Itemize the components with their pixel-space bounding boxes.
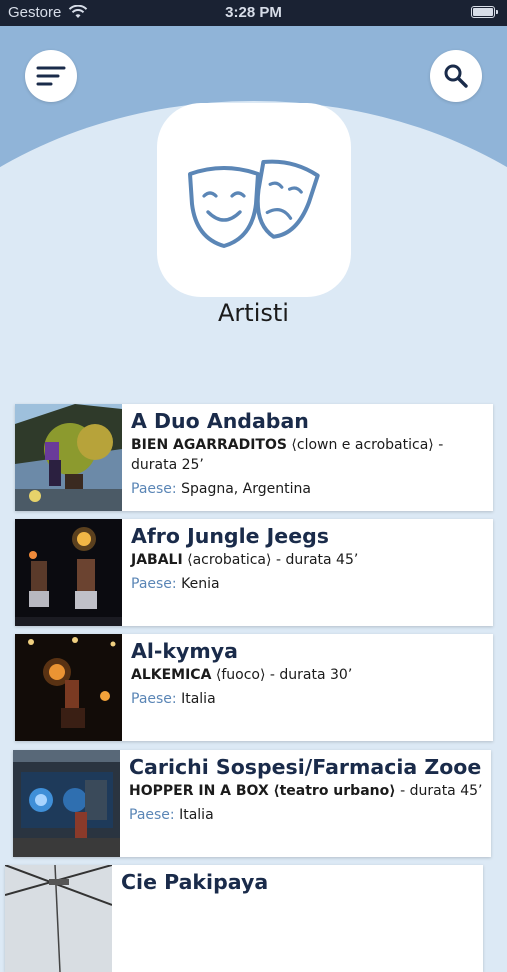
- sort-menu-icon: [36, 66, 66, 86]
- artist-name: Carichi Sospesi/Farmacia Zooe: [129, 755, 482, 779]
- artist-show: ALKEMICA ⟨fuoco⟩ - durata 30’: [131, 667, 353, 683]
- artist-photo: [13, 750, 120, 857]
- sort-menu-button[interactable]: [25, 50, 77, 102]
- search-button[interactable]: [430, 50, 482, 102]
- artist-name: Cie Pakipaya: [121, 870, 269, 894]
- artist-name: A Duo Andaban: [131, 409, 309, 433]
- artist-country: Paese: Italia: [131, 691, 216, 707]
- artist-country: Paese: Italia: [129, 807, 214, 823]
- artist-name: Afro Jungle Jeegs: [131, 524, 329, 548]
- search-icon: [444, 64, 468, 88]
- artist-card[interactable]: A Duo Andaban BIEN AGARRADITOS ⟨clown e …: [15, 404, 493, 511]
- artist-show: BIEN AGARRADITOS ⟨clown e acrobatica⟩ - …: [131, 437, 444, 473]
- artist-photo: [5, 865, 112, 972]
- artist-card[interactable]: Cie Pakipaya: [5, 865, 483, 972]
- artist-card[interactable]: Carichi Sospesi/Farmacia Zooe HOPPER IN …: [13, 750, 491, 857]
- clock: 3:28 PM: [225, 4, 282, 21]
- artist-card[interactable]: Afro Jungle Jeegs JABALI ⟨acrobatica⟩ - …: [15, 519, 493, 626]
- artist-show: JABALI ⟨acrobatica⟩ - durata 45’: [131, 552, 359, 568]
- app-logo-tile: [157, 103, 351, 297]
- artist-name: Al-kymya: [131, 639, 238, 663]
- artist-country: Paese: Kenia: [131, 576, 220, 592]
- page-title: Artisti: [218, 299, 289, 327]
- artist-photo: [15, 634, 122, 741]
- artist-card[interactable]: Al-kymya ALKEMICA ⟨fuoco⟩ - durata 30’ P…: [15, 634, 493, 741]
- theater-masks-icon: [188, 159, 320, 248]
- battery-icon: [471, 6, 498, 18]
- status-bar: Gestore 3:28 PM: [0, 0, 507, 26]
- artist-country: Paese: Spagna, Argentina: [131, 481, 311, 497]
- artist-photo: [15, 519, 122, 626]
- artist-show: HOPPER IN A BOX ⟨teatro urbano⟩ - durata…: [129, 783, 483, 799]
- artist-photo: [15, 404, 122, 511]
